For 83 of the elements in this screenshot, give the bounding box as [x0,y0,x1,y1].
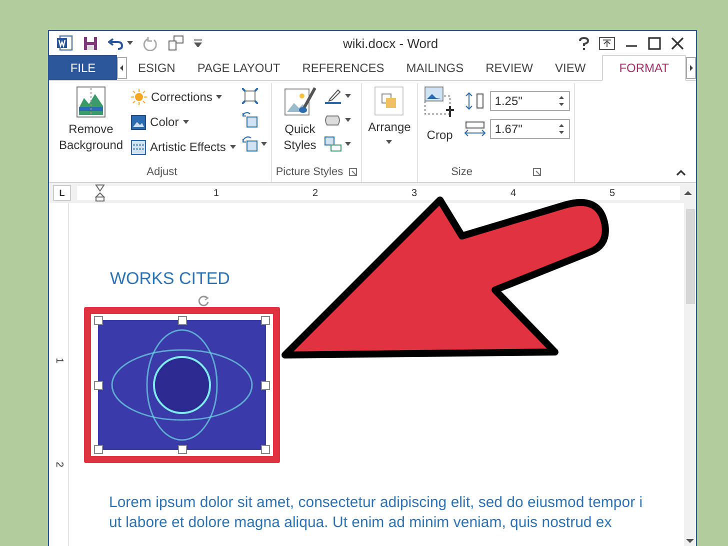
caret-icon[interactable] [345,94,352,98]
ruler-number: 3 [410,188,417,198]
ribbon-tab[interactable]: VIEW [544,55,597,80]
width-field[interactable]: 1.67" [490,119,570,139]
quick-styles-button[interactable]: Quick Styles [282,83,318,156]
ruler-number: 1 [212,188,219,198]
group-label: Picture Styles [276,166,344,180]
collapse-ribbon-icon[interactable] [676,169,686,176]
indent-marker-icon[interactable] [95,184,105,202]
ruler-number: 1 [53,358,64,364]
word-logo-icon[interactable] [57,35,73,51]
undo-icon[interactable] [108,36,124,50]
close-icon[interactable] [671,36,684,50]
ribbon-tab[interactable]: FORMAT [602,55,686,81]
height-field[interactable]: 1.25" [490,91,570,111]
remove-background-button[interactable]: Remove Background [57,83,126,156]
shape-height-icon [464,92,486,110]
window-title: wiki.docx - Word [342,36,440,50]
spinner-icon[interactable] [558,94,565,108]
ribbon-tab[interactable]: REFERENCES [291,55,396,80]
caret-icon[interactable] [127,41,133,45]
caret-icon [386,140,392,144]
remove-background-icon [76,86,106,118]
customize-caret-icon[interactable] [194,39,202,47]
caret-icon[interactable] [260,142,267,146]
picture-border-icon[interactable] [324,88,342,104]
body-text: Lorem ipsum dolor sit amet, consectetur adipiscing elit, sed do eiusmod tempor i [108,493,644,513]
caret-icon [182,120,189,124]
save-icon[interactable] [83,36,98,50]
rotate-handle-icon[interactable] [198,295,210,307]
ribbon-display-icon[interactable] [599,36,615,50]
caret-icon [216,95,222,99]
resize-handle[interactable] [94,381,103,390]
picture-icon [131,140,146,154]
ribbon-tab[interactable]: REVIEW [474,55,544,80]
caret-icon[interactable] [345,118,352,122]
crop-icon [424,86,456,118]
compress-pictures-icon[interactable] [242,88,258,104]
document-heading: WORKS CITED [110,269,231,289]
ribbon-tab[interactable]: MAILINGS [395,55,475,80]
body-text: ut labore et dolore magna aliqua. Ut enim ad minim veniam, quis nostrud ex [108,513,613,533]
picture-icon [131,114,146,130]
arrange-button[interactable]: Arrange [366,83,413,147]
scroll-thumb[interactable] [686,209,694,304]
arrange-icon [374,86,404,116]
resize-handle[interactable] [178,316,187,325]
tab-selector[interactable]: L [53,185,71,201]
resize-handle[interactable] [261,445,270,454]
picture-styles-icon [284,86,316,118]
caret-icon[interactable] [345,142,352,146]
dialog-launcher-icon[interactable] [349,168,358,176]
picture-layout-icon[interactable] [324,136,342,152]
ribbon-tab[interactable]: PAGE LAYOUT [186,55,292,80]
artistic-effects-button[interactable]: Artistic Effects [131,137,236,157]
scroll-left-icon[interactable] [117,56,127,78]
resize-handle[interactable] [94,316,103,325]
reset-picture-icon[interactable] [242,136,258,152]
touch-mode-icon[interactable] [168,35,184,51]
ruler-number: 2 [53,462,64,468]
ruler-number: 2 [311,188,318,198]
shape-width-icon [464,120,486,138]
resize-handle[interactable] [261,381,270,390]
group-label: Size [451,166,472,180]
change-picture-icon[interactable] [242,112,258,128]
sun-icon [131,89,148,105]
help-icon[interactable] [579,36,589,50]
resize-handle[interactable] [178,445,187,454]
ruler-number: 5 [608,188,615,198]
resize-handle[interactable] [261,316,270,325]
group-label: Adjust [146,166,178,180]
resize-handle[interactable] [94,445,103,454]
vertical-scrollbar[interactable] [684,203,696,546]
dialog-launcher-icon[interactable] [532,168,540,176]
scroll-right-icon[interactable] [686,56,696,78]
caret-icon [230,145,236,149]
ruler-number: 4 [509,188,516,198]
maximize-icon[interactable] [648,36,661,50]
ribbon-tab[interactable]: FILE [49,55,117,80]
spinner-icon[interactable] [558,122,565,136]
ribbon-tab[interactable]: ESIGN [127,55,186,80]
crop-button[interactable]: Crop [422,83,458,147]
corrections-button[interactable]: Corrections [131,87,236,107]
color-button[interactable]: Color [131,112,236,132]
